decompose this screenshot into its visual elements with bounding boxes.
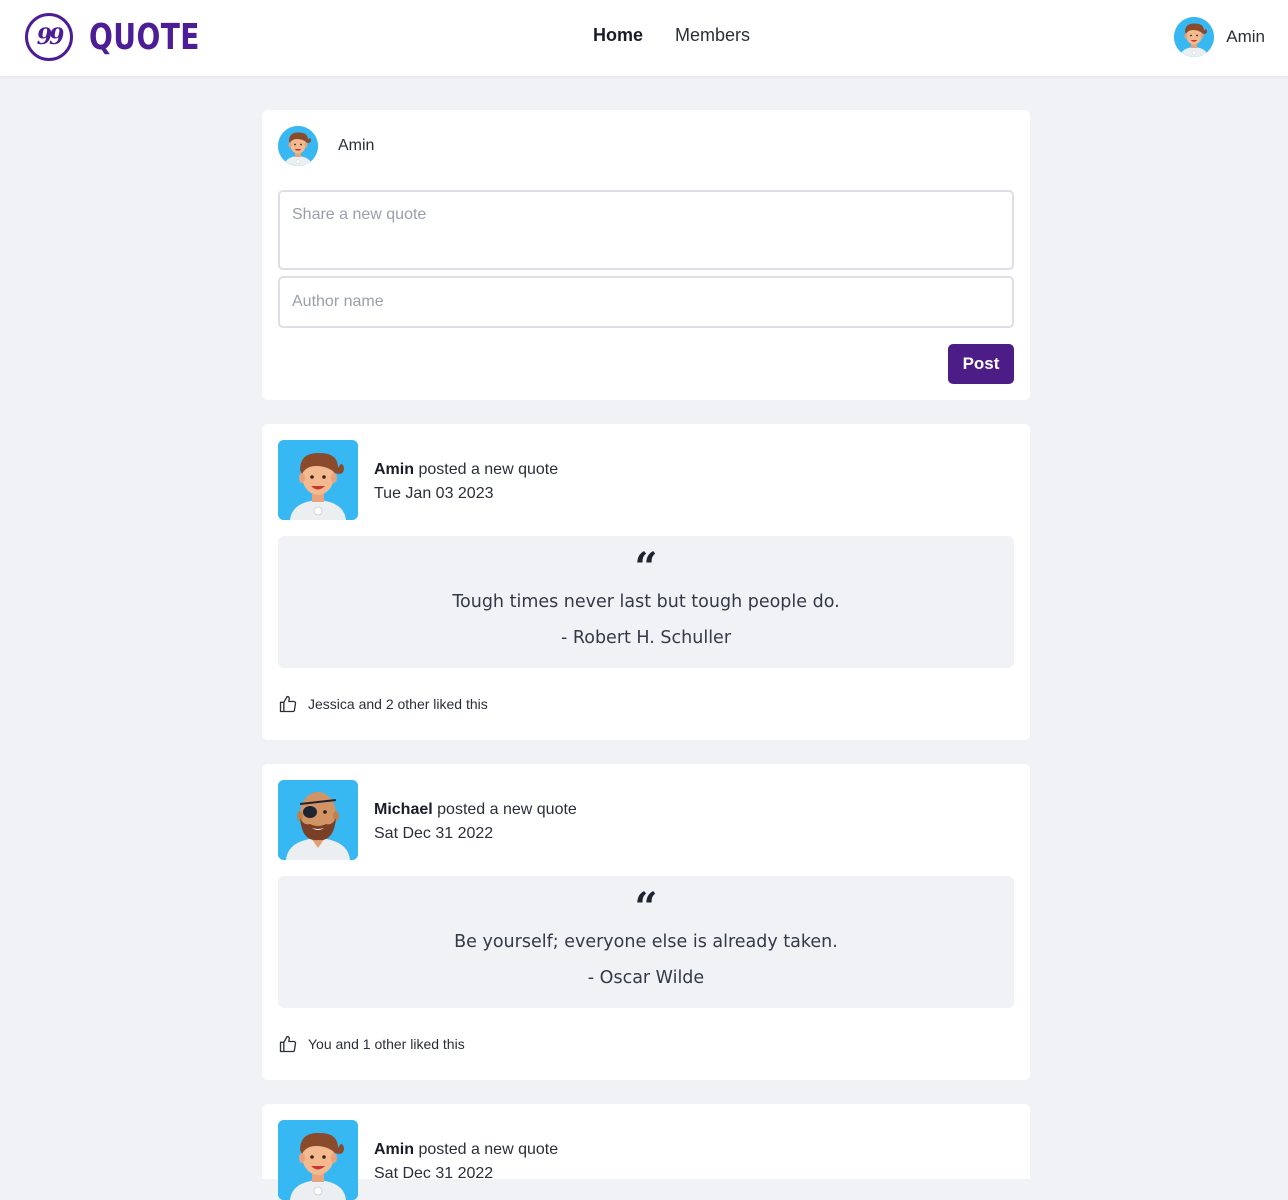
user-menu-name: Amin	[1226, 27, 1265, 46]
quote-logo-icon: 99	[25, 13, 73, 61]
composer-user-name: Amin	[338, 137, 375, 154]
quote-box: “ Be yourself; everyone else is already …	[278, 876, 1014, 1008]
quote-input[interactable]	[278, 190, 1014, 270]
post-date: Tue Jan 03 2023	[374, 485, 494, 502]
post-avatar[interactable]	[278, 440, 358, 520]
post-meta: Amin posted a new quote Sat Dec 31 2022	[374, 1120, 558, 1200]
post-date: Sat Dec 31 2022	[374, 825, 494, 842]
post-header: Amin posted a new quote Sat Dec 31 2022	[278, 1120, 558, 1200]
quote-mark-icon: “	[634, 544, 658, 591]
quote-box: “ Tough times never last but tough peopl…	[278, 536, 1014, 668]
quote-post: Michael posted a new quote Sat Dec 31 20…	[262, 764, 1030, 1080]
main-nav: Home Members	[593, 25, 750, 46]
eyepatch-bearded-avatar-icon	[278, 780, 358, 860]
quote-post: Amin posted a new quote Tue Jan 03 2023 …	[262, 424, 1030, 740]
author-name-input[interactable]	[278, 276, 1014, 328]
post-action: posted a new quote	[418, 461, 559, 478]
quote-author: - Robert H. Schuller	[560, 628, 732, 648]
quote-mark-icon: “	[634, 884, 658, 931]
brown-hair-avatar-icon	[278, 1120, 358, 1200]
quote-text: Tough times never last but tough people …	[452, 592, 840, 612]
post-avatar[interactable]	[278, 780, 358, 860]
composer-avatar	[278, 126, 318, 166]
post-header: Michael posted a new quote Sat Dec 31 20…	[278, 780, 577, 860]
brand-name: QUOTE	[89, 16, 200, 58]
quote-text: Be yourself; everyone else is already ta…	[454, 932, 838, 952]
post-date: Sat Dec 31 2022	[374, 1165, 494, 1182]
brown-hair-avatar-icon	[278, 440, 358, 520]
post-action: posted a new quote	[437, 801, 577, 818]
likes-text: You and 1 other liked this	[308, 1036, 465, 1052]
post-button[interactable]: Post	[948, 344, 1014, 384]
post-author[interactable]: Michael	[374, 801, 433, 818]
top-navbar: 99 QUOTE Home Members Amin	[0, 0, 1288, 76]
likes-text: Jessica and 2 other liked this	[308, 696, 488, 712]
post-avatar[interactable]	[278, 1120, 358, 1200]
post-meta: Michael posted a new quote Sat Dec 31 20…	[374, 780, 577, 860]
composer-user: Amin	[278, 126, 374, 166]
post-action: posted a new quote	[418, 1141, 559, 1158]
brand-logo-link[interactable]: 99 QUOTE	[25, 13, 231, 61]
user-menu[interactable]: Amin	[1174, 17, 1265, 57]
post-header: Amin posted a new quote Tue Jan 03 2023	[278, 440, 558, 520]
brown-hair-avatar-icon	[1174, 17, 1214, 57]
thumbs-up-icon[interactable]	[278, 694, 298, 714]
likes-row[interactable]: Jessica and 2 other liked this	[278, 694, 488, 714]
likes-row[interactable]: You and 1 other liked this	[278, 1034, 465, 1054]
post-meta: Amin posted a new quote Tue Jan 03 2023	[374, 440, 558, 520]
new-quote-composer: Amin Post	[262, 110, 1030, 400]
post-author[interactable]: Amin	[374, 1141, 414, 1158]
nav-home[interactable]: Home	[593, 25, 643, 46]
user-avatar	[1174, 17, 1215, 57]
brown-hair-avatar-icon	[278, 126, 318, 166]
post-author[interactable]: Amin	[374, 461, 414, 478]
quote-author: - Oscar Wilde	[587, 968, 705, 988]
thumbs-up-icon[interactable]	[278, 1034, 298, 1054]
quote-post: Amin posted a new quote Sat Dec 31 2022	[262, 1104, 1030, 1200]
nav-members[interactable]: Members	[675, 25, 750, 46]
